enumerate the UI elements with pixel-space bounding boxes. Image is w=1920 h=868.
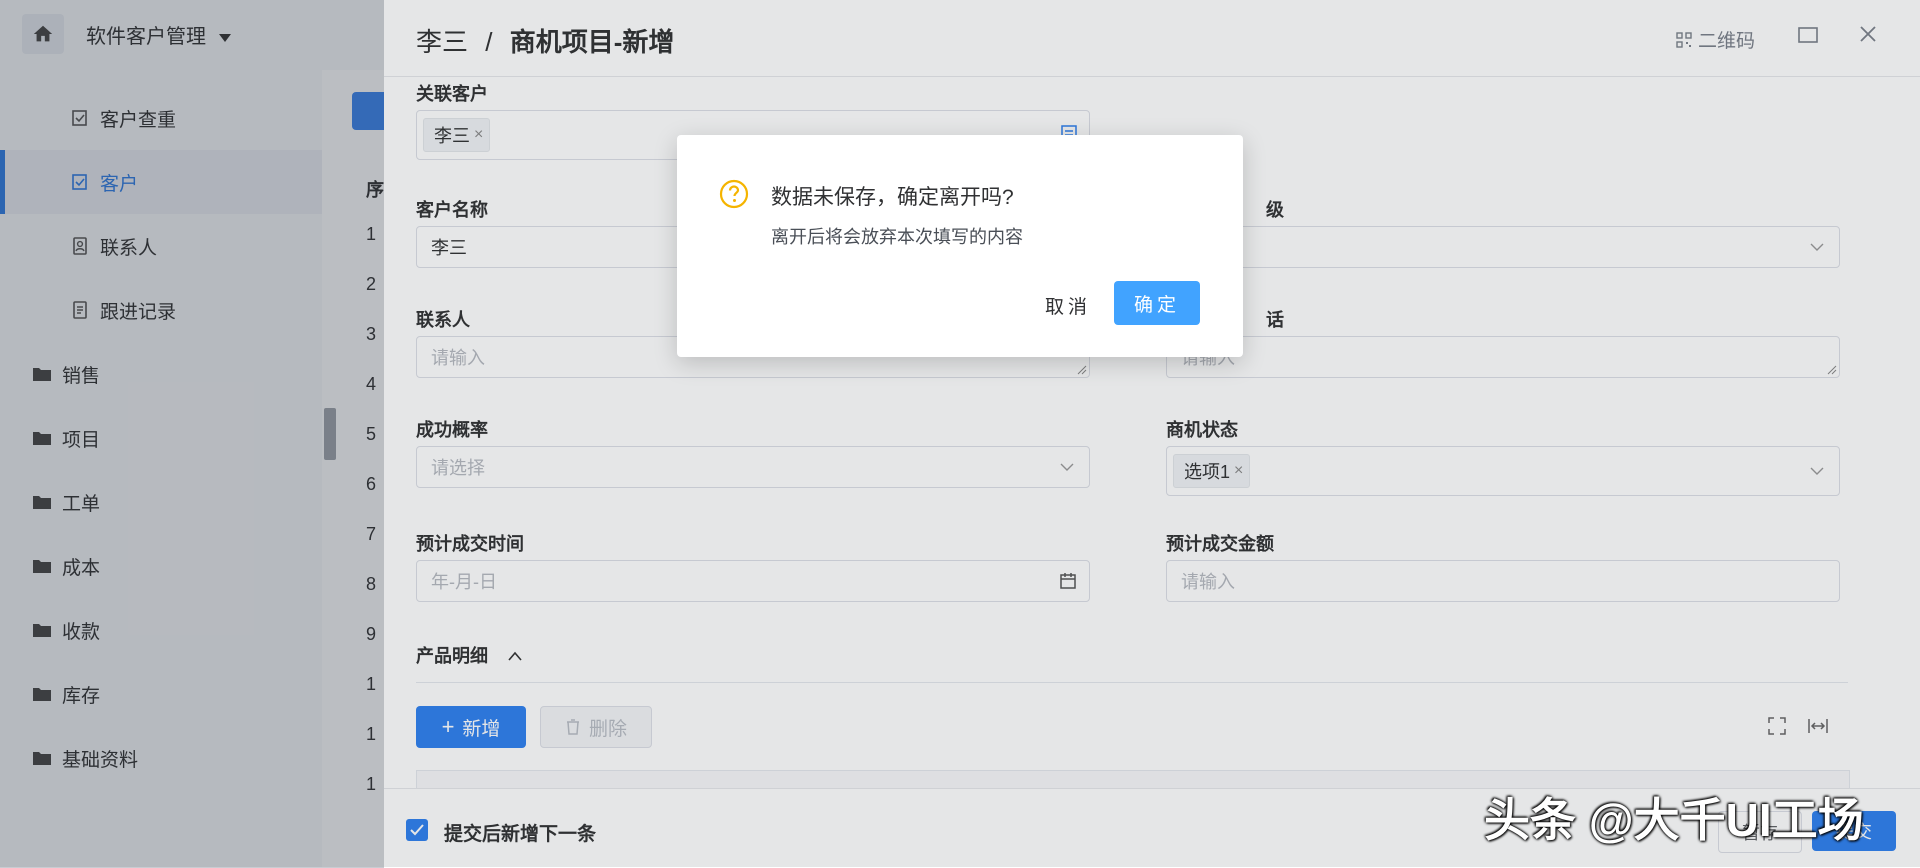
unsaved-confirm-dialog: 数据未保存，确定离开吗? 离开后将会放弃本次填写的内容 取消 确定 — [677, 135, 1243, 357]
dialog-overlay — [384, 0, 1920, 867]
dialog-message: 离开后将会放弃本次填写的内容 — [771, 227, 1023, 247]
confirm-button[interactable]: 确定 — [1114, 281, 1200, 325]
dialog-title: 数据未保存，确定离开吗? — [771, 186, 1014, 209]
question-circle-icon — [719, 179, 749, 209]
cancel-button[interactable]: 取消 — [1033, 285, 1103, 325]
watermark: 头条 @大千UI工场 — [1484, 794, 1864, 846]
